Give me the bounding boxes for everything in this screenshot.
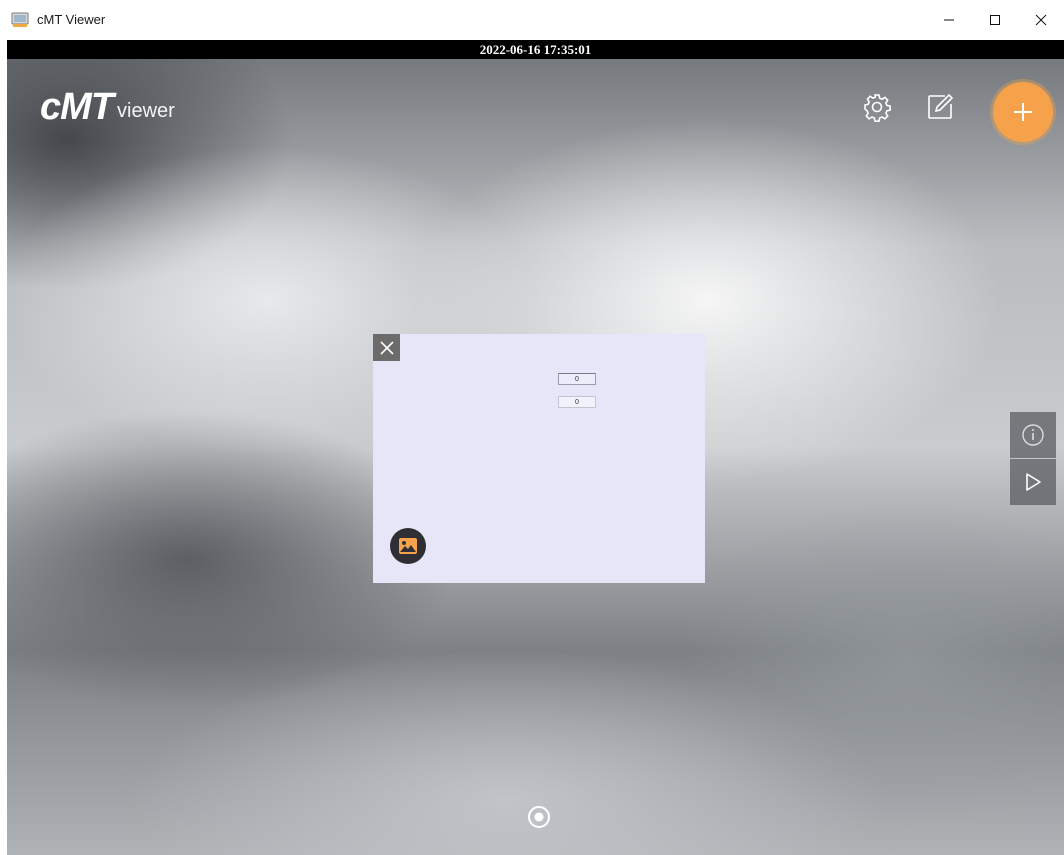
edit-icon[interactable] xyxy=(925,92,955,122)
plus-icon xyxy=(1014,103,1032,121)
info-icon xyxy=(1022,424,1044,446)
home-indicator-icon[interactable] xyxy=(526,804,552,830)
minimize-button[interactable] xyxy=(926,0,972,40)
datetime-bar: 2022-06-16 17:35:01 xyxy=(7,40,1064,59)
app-icon xyxy=(11,12,29,27)
numeric-field-2: 0 xyxy=(558,396,596,408)
close-icon xyxy=(1035,14,1047,26)
minimize-icon xyxy=(944,19,954,21)
close-icon xyxy=(379,340,394,355)
image-icon xyxy=(399,538,417,554)
add-button[interactable] xyxy=(993,82,1053,142)
app-logo: cMT viewer xyxy=(40,88,175,126)
logo-mark: cMT xyxy=(40,86,114,128)
change-image-button[interactable] xyxy=(390,528,426,564)
logo-sub: viewer xyxy=(117,100,175,122)
project-preview-card[interactable]: 0 0 xyxy=(373,334,705,583)
maximize-button[interactable] xyxy=(972,0,1018,40)
maximize-icon xyxy=(990,15,1000,25)
numeric-field-1: 0 xyxy=(558,373,596,385)
run-button[interactable] xyxy=(1010,459,1056,505)
window-title: cMT Viewer xyxy=(37,12,106,27)
app-background: 2022-06-16 17:35:01 cMT viewer 0 0 xyxy=(7,40,1064,855)
window-titlebar: cMT Viewer xyxy=(0,0,1064,40)
info-button[interactable] xyxy=(1010,412,1056,458)
play-icon xyxy=(1026,473,1041,491)
close-button[interactable] xyxy=(1018,0,1064,40)
preview-close-button[interactable] xyxy=(373,334,400,361)
gear-icon[interactable] xyxy=(862,92,892,122)
